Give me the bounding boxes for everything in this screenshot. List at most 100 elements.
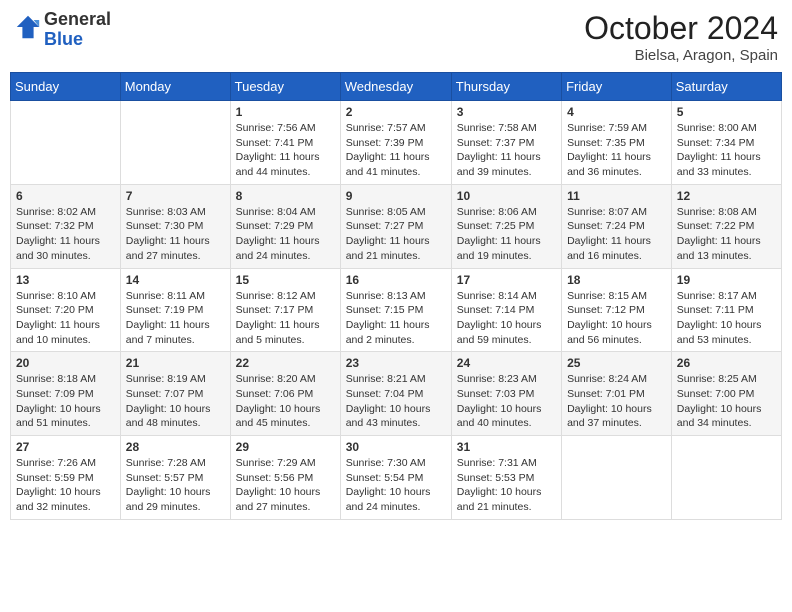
day-info: Sunrise: 8:13 AM Sunset: 7:15 PM Dayligh… <box>346 289 446 348</box>
day-number: 15 <box>236 273 335 287</box>
calendar-day-cell: 5 Sunrise: 8:00 AM Sunset: 7:34 PM Daylig… <box>671 101 781 185</box>
day-info: Sunrise: 8:05 AM Sunset: 7:27 PM Dayligh… <box>346 205 446 264</box>
day-number: 11 <box>567 189 666 203</box>
day-info: Sunrise: 8:10 AM Sunset: 7:20 PM Dayligh… <box>16 289 115 348</box>
day-info: Sunrise: 7:59 AM Sunset: 7:35 PM Dayligh… <box>567 121 666 180</box>
calendar-day-cell <box>11 101 121 185</box>
calendar-day-cell: 25 Sunrise: 8:24 AM Sunset: 7:01 PM Dayli… <box>562 352 672 436</box>
calendar-day-cell: 1Sunrise: 7:56 AM Sunset: 7:41 PM Daylig… <box>230 101 340 185</box>
calendar-day-cell <box>120 101 230 185</box>
calendar-day-header: Saturday <box>671 73 781 101</box>
day-number: 6 <box>16 189 115 203</box>
logo-icon <box>14 13 42 41</box>
day-number: 12 <box>677 189 776 203</box>
day-info: Sunrise: 8:03 AM Sunset: 7:30 PM Dayligh… <box>126 205 225 264</box>
calendar-day-cell: 19 Sunrise: 8:17 AM Sunset: 7:11 PM Dayli… <box>671 268 781 352</box>
day-info: Sunrise: 8:04 AM Sunset: 7:29 PM Dayligh… <box>236 205 335 264</box>
calendar-day-cell: 20Sunrise: 8:18 AM Sunset: 7:09 PM Dayli… <box>11 352 121 436</box>
logo: General Blue <box>14 10 111 50</box>
calendar-day-header: Wednesday <box>340 73 451 101</box>
calendar-week-row: 20Sunrise: 8:18 AM Sunset: 7:09 PM Dayli… <box>11 352 782 436</box>
day-info: Sunrise: 8:07 AM Sunset: 7:24 PM Dayligh… <box>567 205 666 264</box>
day-number: 7 <box>126 189 225 203</box>
day-info: Sunrise: 8:18 AM Sunset: 7:09 PM Dayligh… <box>16 372 115 431</box>
day-number: 9 <box>346 189 446 203</box>
day-number: 31 <box>457 440 556 454</box>
calendar-day-cell: 27 Sunrise: 7:26 AM Sunset: 5:59 PM Dayli… <box>11 436 121 520</box>
calendar-week-row: 13 Sunrise: 8:10 AM Sunset: 7:20 PM Dayli… <box>11 268 782 352</box>
day-number: 24 <box>457 356 556 370</box>
day-info: Sunrise: 8:08 AM Sunset: 7:22 PM Dayligh… <box>677 205 776 264</box>
day-number: 13 <box>16 273 115 287</box>
calendar-day-cell: 12 Sunrise: 8:08 AM Sunset: 7:22 PM Dayli… <box>671 184 781 268</box>
calendar-day-cell: 4 Sunrise: 7:59 AM Sunset: 7:35 PM Daylig… <box>562 101 672 185</box>
calendar-week-row: 6 Sunrise: 8:02 AM Sunset: 7:32 PM Daylig… <box>11 184 782 268</box>
calendar-day-cell: 16Sunrise: 8:13 AM Sunset: 7:15 PM Dayli… <box>340 268 451 352</box>
calendar-day-cell: 29Sunrise: 7:29 AM Sunset: 5:56 PM Dayli… <box>230 436 340 520</box>
calendar-day-cell: 15 Sunrise: 8:12 AM Sunset: 7:17 PM Dayli… <box>230 268 340 352</box>
calendar-day-header: Thursday <box>451 73 561 101</box>
day-info: Sunrise: 8:25 AM Sunset: 7:00 PM Dayligh… <box>677 372 776 431</box>
day-number: 10 <box>457 189 556 203</box>
page-header: General Blue October 2024 Bielsa, Aragon… <box>10 10 782 64</box>
day-number: 5 <box>677 105 776 119</box>
day-info: Sunrise: 8:00 AM Sunset: 7:34 PM Dayligh… <box>677 121 776 180</box>
day-number: 21 <box>126 356 225 370</box>
location: Bielsa, Aragon, Spain <box>584 47 778 64</box>
calendar-day-header: Friday <box>562 73 672 101</box>
day-info: Sunrise: 7:58 AM Sunset: 7:37 PM Dayligh… <box>457 121 556 180</box>
day-number: 28 <box>126 440 225 454</box>
calendar-day-cell <box>562 436 672 520</box>
day-info: Sunrise: 8:23 AM Sunset: 7:03 PM Dayligh… <box>457 372 556 431</box>
calendar-header-row: SundayMondayTuesdayWednesdayThursdayFrid… <box>11 73 782 101</box>
calendar-week-row: 27 Sunrise: 7:26 AM Sunset: 5:59 PM Dayli… <box>11 436 782 520</box>
calendar-day-header: Sunday <box>11 73 121 101</box>
calendar-day-cell: 18 Sunrise: 8:15 AM Sunset: 7:12 PM Dayli… <box>562 268 672 352</box>
day-info: Sunrise: 7:28 AM Sunset: 5:57 PM Dayligh… <box>126 456 225 515</box>
calendar-day-cell: 3Sunrise: 7:58 AM Sunset: 7:37 PM Daylig… <box>451 101 561 185</box>
day-number: 17 <box>457 273 556 287</box>
day-info: Sunrise: 8:06 AM Sunset: 7:25 PM Dayligh… <box>457 205 556 264</box>
calendar-body: 1Sunrise: 7:56 AM Sunset: 7:41 PM Daylig… <box>11 101 782 520</box>
calendar-day-cell: 28 Sunrise: 7:28 AM Sunset: 5:57 PM Dayli… <box>120 436 230 520</box>
day-number: 14 <box>126 273 225 287</box>
day-info: Sunrise: 8:11 AM Sunset: 7:19 PM Dayligh… <box>126 289 225 348</box>
day-info: Sunrise: 8:12 AM Sunset: 7:17 PM Dayligh… <box>236 289 335 348</box>
day-info: Sunrise: 7:31 AM Sunset: 5:53 PM Dayligh… <box>457 456 556 515</box>
day-number: 18 <box>567 273 666 287</box>
calendar-day-cell: 31 Sunrise: 7:31 AM Sunset: 5:53 PM Dayli… <box>451 436 561 520</box>
calendar-day-cell: 21 Sunrise: 8:19 AM Sunset: 7:07 PM Dayli… <box>120 352 230 436</box>
day-info: Sunrise: 8:17 AM Sunset: 7:11 PM Dayligh… <box>677 289 776 348</box>
calendar-day-cell: 22Sunrise: 8:20 AM Sunset: 7:06 PM Dayli… <box>230 352 340 436</box>
calendar-day-cell <box>671 436 781 520</box>
day-info: Sunrise: 8:14 AM Sunset: 7:14 PM Dayligh… <box>457 289 556 348</box>
day-info: Sunrise: 7:30 AM Sunset: 5:54 PM Dayligh… <box>346 456 446 515</box>
calendar-day-cell: 2Sunrise: 7:57 AM Sunset: 7:39 PM Daylig… <box>340 101 451 185</box>
calendar-day-cell: 8Sunrise: 8:04 AM Sunset: 7:29 PM Daylig… <box>230 184 340 268</box>
calendar-day-cell: 26Sunrise: 8:25 AM Sunset: 7:00 PM Dayli… <box>671 352 781 436</box>
day-info: Sunrise: 7:57 AM Sunset: 7:39 PM Dayligh… <box>346 121 446 180</box>
day-info: Sunrise: 8:21 AM Sunset: 7:04 PM Dayligh… <box>346 372 446 431</box>
day-info: Sunrise: 8:15 AM Sunset: 7:12 PM Dayligh… <box>567 289 666 348</box>
day-number: 30 <box>346 440 446 454</box>
day-info: Sunrise: 7:26 AM Sunset: 5:59 PM Dayligh… <box>16 456 115 515</box>
calendar-day-cell: 14 Sunrise: 8:11 AM Sunset: 7:19 PM Dayli… <box>120 268 230 352</box>
day-number: 19 <box>677 273 776 287</box>
calendar-week-row: 1Sunrise: 7:56 AM Sunset: 7:41 PM Daylig… <box>11 101 782 185</box>
month-title: October 2024 <box>584 10 778 47</box>
day-info: Sunrise: 8:24 AM Sunset: 7:01 PM Dayligh… <box>567 372 666 431</box>
logo-text: General Blue <box>44 10 111 50</box>
day-info: Sunrise: 8:02 AM Sunset: 7:32 PM Dayligh… <box>16 205 115 264</box>
day-info: Sunrise: 7:56 AM Sunset: 7:41 PM Dayligh… <box>236 121 335 180</box>
calendar-day-header: Monday <box>120 73 230 101</box>
day-info: Sunrise: 8:20 AM Sunset: 7:06 PM Dayligh… <box>236 372 335 431</box>
day-info: Sunrise: 8:19 AM Sunset: 7:07 PM Dayligh… <box>126 372 225 431</box>
calendar-day-cell: 13 Sunrise: 8:10 AM Sunset: 7:20 PM Dayli… <box>11 268 121 352</box>
day-number: 29 <box>236 440 335 454</box>
day-number: 4 <box>567 105 666 119</box>
calendar-day-cell: 24 Sunrise: 8:23 AM Sunset: 7:03 PM Dayli… <box>451 352 561 436</box>
calendar-table: SundayMondayTuesdayWednesdayThursdayFrid… <box>10 72 782 520</box>
calendar-day-cell: 30 Sunrise: 7:30 AM Sunset: 5:54 PM Dayli… <box>340 436 451 520</box>
day-number: 25 <box>567 356 666 370</box>
day-number: 27 <box>16 440 115 454</box>
